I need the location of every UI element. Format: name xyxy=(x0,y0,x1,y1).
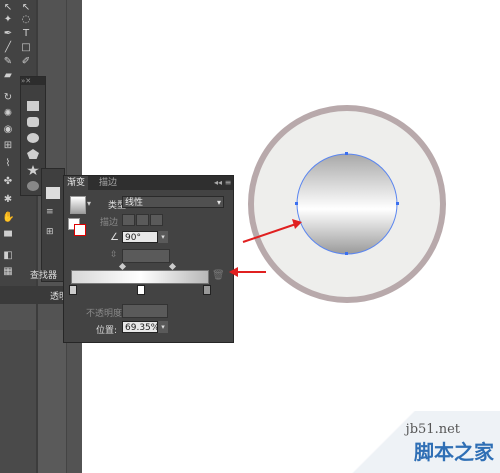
anchor-point[interactable] xyxy=(295,202,298,205)
anchor-point[interactable] xyxy=(345,252,348,255)
anchor-point[interactable] xyxy=(345,152,348,155)
gradient-disc[interactable] xyxy=(296,153,398,255)
anchor-point[interactable] xyxy=(396,202,399,205)
red-arrow-to-panel xyxy=(229,267,266,277)
watermark-title: 脚本之家 xyxy=(414,440,494,464)
watermark-site: jb51.net xyxy=(405,422,460,437)
